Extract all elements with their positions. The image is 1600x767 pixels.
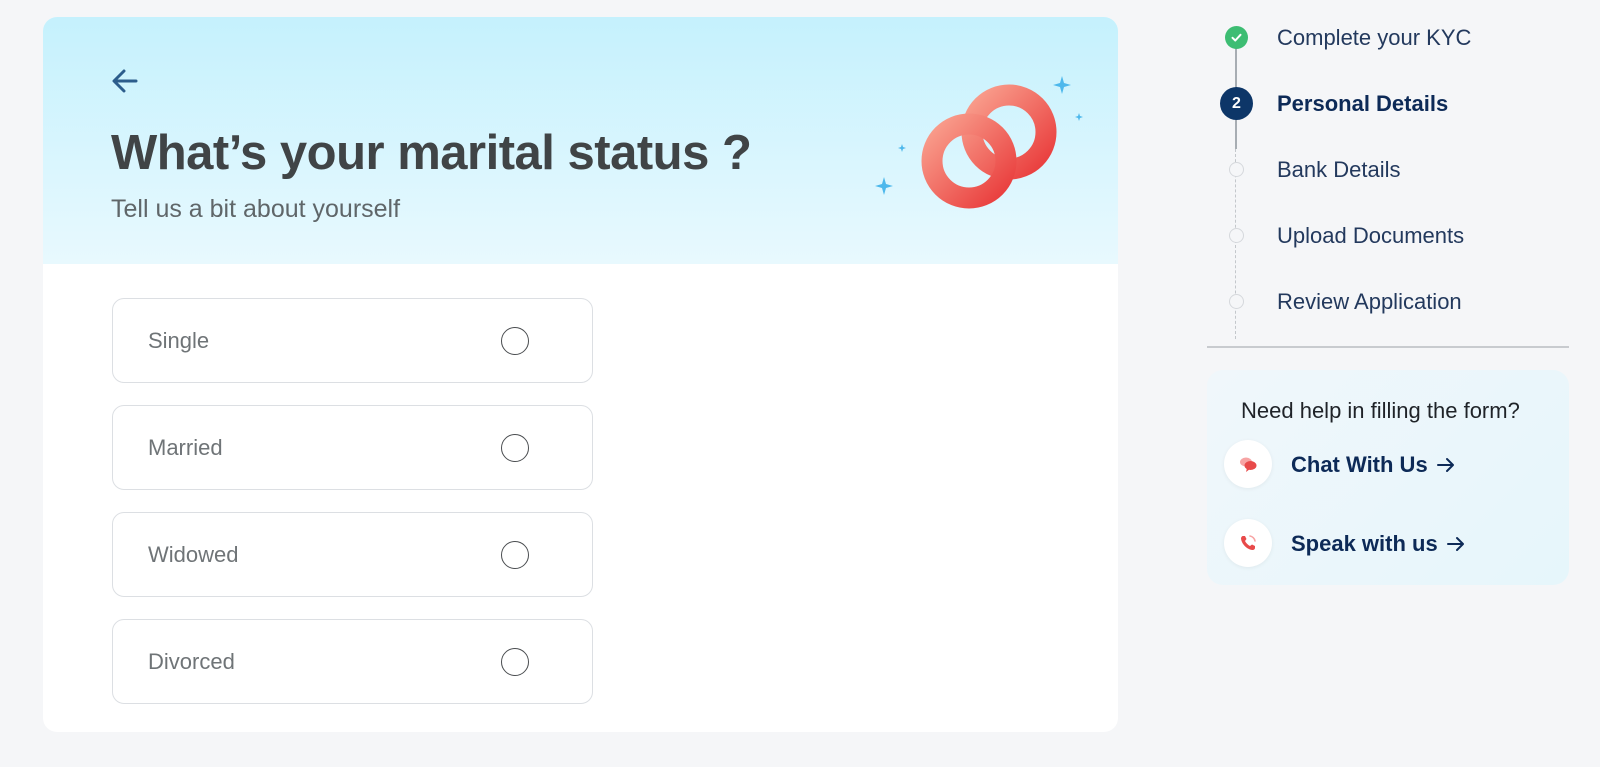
arrow-right-icon [1446,536,1466,552]
progress-stepper: Complete your KYC 2 Personal Details Ban… [1200,15,1580,339]
step-review-application: Review Application [1200,287,1580,317]
step-label: Upload Documents [1277,223,1465,248]
marital-status-card: What’s your marital status ? Tell us a b… [43,17,1118,732]
pending-step-dot [1229,294,1244,309]
option-widowed[interactable]: Widowed [112,512,593,597]
step-complete-kyc: Complete your KYC [1200,23,1580,53]
chat-label: Chat With Us [1291,452,1428,477]
chat-bubbles-icon [1224,440,1272,488]
option-divorced[interactable]: Divorced [112,619,593,704]
speak-label: Speak with us [1291,531,1438,556]
back-button[interactable] [109,65,141,97]
speak-with-us-link[interactable]: Speak with us [1224,519,1554,569]
step-label: Complete your KYC [1277,25,1472,50]
option-label: Married [148,434,223,460]
sidebar-divider [1207,346,1569,348]
step-label: Bank Details [1277,157,1401,182]
step-upload-documents: Upload Documents [1200,221,1580,251]
option-label: Single [148,327,210,353]
radio-button[interactable] [501,434,529,462]
radio-button[interactable] [501,648,529,676]
phone-icon [1224,519,1272,567]
step-number-badge: 2 [1220,87,1253,120]
page-title: What’s your marital status ? [111,126,752,180]
option-label: Widowed [148,541,239,567]
option-married[interactable]: Married [112,405,593,490]
step-personal-details: 2 Personal Details [1200,87,1580,120]
step-label: Personal Details [1277,91,1449,116]
radio-button[interactable] [501,541,529,569]
option-single[interactable]: Single [112,298,593,383]
check-icon [1225,26,1248,49]
card-header: What’s your marital status ? Tell us a b… [43,17,1118,264]
pending-step-dot [1229,228,1244,243]
help-title: Need help in filling the form? [1241,398,1520,423]
sparkle-icon [875,177,893,195]
radio-button[interactable] [501,327,529,355]
wedding-rings-illustration [875,76,1083,209]
pending-step-dot [1229,162,1244,177]
page-subtitle: Tell us a bit about yourself [111,195,401,223]
option-label: Divorced [148,648,235,674]
help-card: Need help in filling the form? Chat With… [1207,370,1569,585]
sparkle-icon [1053,76,1071,94]
chat-with-us-link[interactable]: Chat With Us [1224,440,1554,490]
step-bank-details: Bank Details [1200,155,1580,185]
sparkle-icon [898,144,906,152]
sparkle-icon [1075,113,1083,121]
arrow-left-icon [112,69,138,93]
step-label: Review Application [1277,289,1462,314]
arrow-right-icon [1436,457,1456,473]
